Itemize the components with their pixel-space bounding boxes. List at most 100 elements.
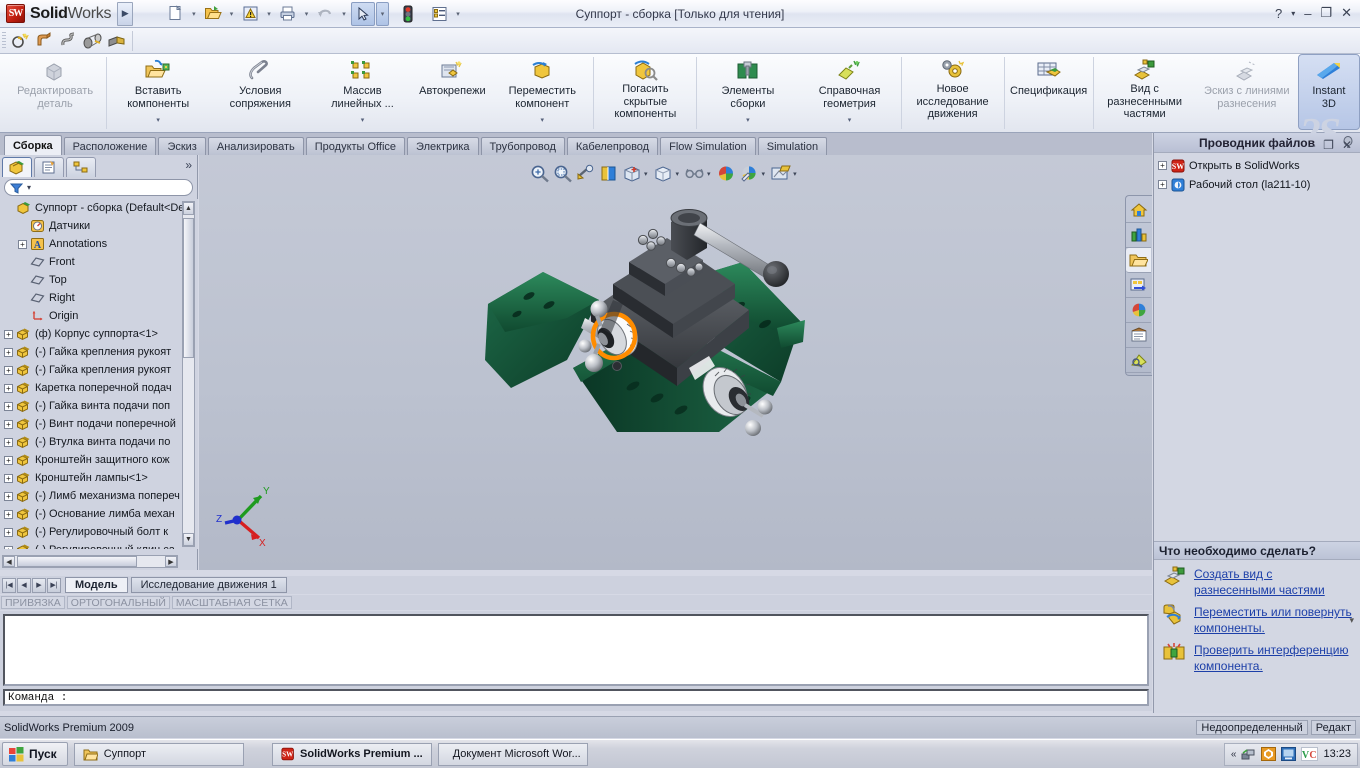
scroll-thumb[interactable] [183, 218, 194, 358]
panel-more-button[interactable]: » [185, 158, 192, 172]
restore-button[interactable]: ❐ [1320, 5, 1332, 21]
tab-truboprovod[interactable]: Трубопровод [480, 137, 565, 155]
feature-tree-row[interactable]: + (-) Лимб механизма попереч [0, 487, 198, 505]
feature-manager-tab[interactable] [2, 157, 32, 177]
feature-tree-row[interactable]: + (-) Гайка крепления рукоят [0, 343, 198, 361]
vnc-icon[interactable]: VC [1301, 747, 1319, 761]
tab-simulation[interactable]: Simulation [757, 137, 828, 155]
minimize-button[interactable]: – [1304, 6, 1311, 21]
ribbon-dropdown-caret[interactable]: ▾ [746, 115, 750, 130]
tab-flow-simulation[interactable]: Flow Simulation [660, 137, 756, 155]
command-history-box[interactable] [3, 614, 1149, 686]
expand-icon[interactable]: + [18, 239, 27, 249]
start-button[interactable]: Пуск [2, 742, 68, 766]
display-style-icon[interactable] [653, 163, 674, 184]
ribbon-reference-geometry[interactable]: Справочная геометрия ▾ [798, 54, 900, 130]
expand-icon[interactable]: + [4, 545, 13, 549]
feature-tree-row[interactable]: + (-) Регулировочный клин са [0, 541, 198, 549]
view-orientation-icon[interactable] [621, 163, 642, 184]
ribbon-linear-pattern[interactable]: Массив линейных ... ▾ [311, 54, 413, 130]
network-icon[interactable] [1241, 747, 1256, 761]
tray-expand-button[interactable]: « [1231, 749, 1237, 760]
tab-elektrika[interactable]: Электрика [407, 137, 479, 155]
feature-tree-row[interactable]: Right [0, 289, 198, 307]
view-orientation-caret[interactable]: ▾ [644, 170, 648, 178]
scroll-thumb-h[interactable] [17, 556, 137, 567]
display-style-caret[interactable]: ▾ [676, 170, 680, 178]
taskbar-item-solidworks[interactable]: SW SolidWorks Premium ... [271, 742, 432, 766]
expand-icon[interactable]: + [1158, 180, 1167, 189]
expand-icon[interactable]: + [4, 401, 13, 411]
feature-tree-row[interactable]: + (-) Гайка винта подачи поп [0, 397, 198, 415]
taskbar-item-support-folder[interactable]: Суппорт [73, 742, 244, 766]
ribbon-insert-components[interactable]: Вставить компоненты ▾ [107, 54, 209, 130]
appearances-scenes-icon[interactable] [1126, 323, 1151, 348]
feature-tree-row[interactable]: Суппорт - сборка (Default<Def [0, 199, 198, 217]
expand-icon[interactable]: + [4, 329, 13, 339]
configuration-manager-tab[interactable] [66, 157, 96, 177]
tab-motion-study[interactable]: Исследование движения 1 [130, 577, 287, 593]
wizard-hole-icon[interactable] [9, 30, 33, 52]
select-caret[interactable]: ▾ [375, 1, 390, 26]
zoom-to-fit-icon[interactable] [529, 163, 550, 184]
print-caret[interactable]: ▾ [301, 10, 313, 18]
property-manager-tab[interactable] [34, 157, 64, 177]
graphics-area[interactable]: ▾ ▾ ▾ ▾ ▾ Y X Z [199, 155, 1152, 570]
ribbon-new-motion-study[interactable]: Новое исследование движения ▾ [902, 54, 1004, 130]
traffic-light-icon[interactable] [396, 2, 420, 26]
feature-tree-row[interactable]: + (-) Гайка крепления рукоят [0, 361, 198, 379]
edit-appearance-icon[interactable] [716, 163, 737, 184]
sweep-icon[interactable] [57, 30, 81, 52]
explorer-row-solidworks[interactable]: + SW Открыть в SolidWorks [1158, 156, 1360, 175]
feature-tree-row[interactable]: + Кронштейн защитного кож [0, 451, 198, 469]
scroll-right-button[interactable]: ▶ [165, 556, 177, 567]
feature-tree[interactable]: Суппорт - сборка (Default<Def Датчики + A An… [0, 199, 198, 549]
command-scroll-caret[interactable]: ▾ [1349, 615, 1354, 626]
feature-tree-row[interactable]: + (-) Втулка винта подачи по [0, 433, 198, 451]
apply-scene-caret[interactable]: ▾ [762, 170, 766, 178]
expand-icon[interactable]: + [4, 491, 13, 501]
feature-tree-row[interactable]: Датчики [0, 217, 198, 235]
task-item-move-component[interactable]: Переместить или повернуть компоненты. [1154, 598, 1360, 636]
shield-icon[interactable] [1261, 747, 1277, 761]
select-cursor-icon[interactable] [350, 1, 375, 26]
expand-icon[interactable]: + [4, 347, 13, 357]
tab-kabeleprovod[interactable]: Кабелепровод [566, 137, 659, 155]
ribbon-smart-fasteners[interactable]: Автокрепежи ▾ [414, 54, 492, 130]
feature-tree-vertical-scrollbar[interactable]: ▲ ▼ [182, 201, 195, 547]
ribbon-suppress-hidden[interactable]: Погасить скрытые компоненты ▾ [594, 54, 696, 130]
ribbon-dropdown-caret[interactable]: ▾ [156, 115, 160, 130]
open-document-icon[interactable] [201, 2, 225, 26]
ribbon-explode-line-sketch[interactable]: Эскиз с линиями разнесения ▾ [1196, 54, 1298, 130]
expand-icon[interactable]: + [4, 455, 13, 465]
help-icon[interactable]: ? [1275, 6, 1282, 21]
zoom-to-area-icon[interactable] [552, 163, 573, 184]
feature-tree-row[interactable]: + (ф) Корпус суппорта<1> [0, 325, 198, 343]
ribbon-dropdown-caret[interactable]: ▾ [848, 115, 852, 130]
help-caret-icon[interactable]: ▾ [1291, 9, 1295, 18]
task-link[interactable]: Переместить или повернуть компоненты. [1194, 604, 1357, 636]
feature-tree-row[interactable]: + A Annotations [0, 235, 198, 253]
document-close-button[interactable]: ✕ [1342, 138, 1352, 152]
filter-caret-icon[interactable]: ▾ [27, 183, 31, 192]
document-restore-button[interactable]: ❐ [1323, 138, 1334, 152]
ribbon-exploded-view[interactable]: Вид с разнесенными частями ▾ [1094, 54, 1196, 130]
rebuild-caret[interactable]: ▾ [263, 10, 275, 18]
feature-tree-row[interactable]: Front [0, 253, 198, 271]
options-caret[interactable]: ▾ [452, 10, 464, 18]
expand-icon[interactable]: + [4, 473, 13, 483]
search-icon[interactable] [1126, 273, 1151, 298]
nav-last-button[interactable]: ▶| [47, 577, 61, 593]
feature-tree-row[interactable]: + Кронштейн лампы<1> [0, 469, 198, 487]
ribbon-assembly-features[interactable]: Элементы сборки ▾ [697, 54, 798, 130]
hide-show-items-icon[interactable] [684, 163, 705, 184]
expand-icon[interactable]: + [1158, 161, 1167, 170]
task-link[interactable]: Проверить интерференцию компонента. [1194, 642, 1357, 674]
expand-icon[interactable]: + [4, 383, 13, 393]
design-library-icon[interactable] [1126, 223, 1151, 248]
task-item-exploded-view[interactable]: Создать вид с разнесенными частями [1154, 560, 1360, 598]
ribbon-mates[interactable]: Условия сопряжения ▾ [209, 54, 311, 130]
view-settings-caret[interactable]: ▾ [793, 170, 797, 178]
tab-office-products[interactable]: Продукты Office [305, 137, 406, 155]
rib-icon[interactable] [105, 30, 129, 52]
